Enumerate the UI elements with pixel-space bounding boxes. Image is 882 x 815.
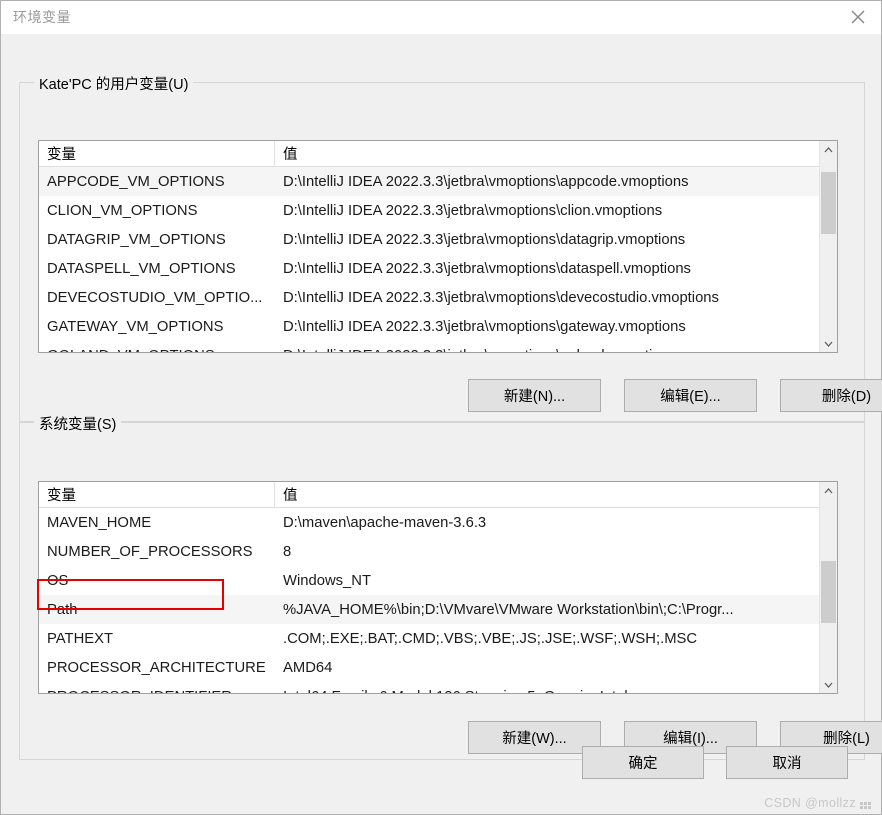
user-column-header-value[interactable]: 值 (275, 141, 819, 166)
table-row[interactable]: GOLAND_VM_OPTIONS D:\IntelliJ IDEA 2022.… (39, 341, 819, 352)
cell-value: D:\IntelliJ IDEA 2022.3.3\jetbra\vmoptio… (283, 318, 686, 335)
cell-variable: GOLAND_VM_OPTIONS (39, 348, 275, 353)
user-variables-group-label: Kate'PC 的用户变量(U) (34, 73, 194, 94)
user-variables-header: 变量 值 (39, 141, 819, 167)
watermark-dots-icon (860, 802, 871, 809)
cell-value: D:\IntelliJ IDEA 2022.3.3\jetbra\vmoptio… (283, 260, 691, 277)
cell-value: Windows_NT (283, 572, 371, 589)
cell-value: D:\IntelliJ IDEA 2022.3.3\jetbra\vmoptio… (283, 231, 686, 248)
table-row[interactable]: MAVEN_HOME D:\maven\apache-maven-3.6.3 (39, 508, 819, 537)
cell-value: D:\IntelliJ IDEA 2022.3.3\jetbra\vmoptio… (283, 202, 663, 219)
cell-value: %JAVA_HOME%\bin;D:\VMvare\VMware Worksta… (283, 601, 734, 618)
table-row[interactable]: PATHEXT .COM;.EXE;.BAT;.CMD;.VBS;.VBE;.J… (39, 624, 819, 653)
user-variables-actions: 新建(N)... 编辑(E)... 删除(D) (468, 379, 882, 412)
cell-value: D:\IntelliJ IDEA 2022.3.3\jetbra\vmoptio… (275, 348, 819, 353)
cell-value: AMD64 (283, 659, 333, 676)
cell-variable: DATASPELL_VM_OPTIONS (47, 260, 236, 277)
user-variables-group: Kate'PC 的用户变量(U) 变量 值 APPCODE_VM_OPTIONS… (19, 73, 882, 422)
system-scroll-track[interactable] (820, 499, 837, 676)
cell-variable: APPCODE_VM_OPTIONS (47, 173, 225, 190)
environment-variables-dialog: 环境变量 Kate'PC 的用户变量(U) 变量 值 APPCODE_VM_OP… (0, 0, 882, 815)
cell-variable: Path (47, 601, 78, 618)
ok-button[interactable]: 确定 (582, 746, 704, 779)
cell-value: D:\maven\apache-maven-3.6.3 (283, 514, 487, 531)
title-bar: 环境变量 (1, 1, 881, 34)
table-row[interactable]: DATASPELL_VM_OPTIONS D:\IntelliJ IDEA 20… (39, 254, 819, 283)
system-variables-group: 系统变量(S) 变量 值 MAVEN_HOME D:\maven\apache-… (19, 413, 882, 760)
scroll-down-icon[interactable] (820, 676, 837, 693)
user-new-button[interactable]: 新建(N)... (468, 379, 601, 412)
user-variables-list[interactable]: 变量 值 APPCODE_VM_OPTIONS D:\IntelliJ IDEA… (38, 140, 838, 353)
cell-variable: GATEWAY_VM_OPTIONS (47, 318, 224, 335)
cell-variable: DEVECOSTUDIO_VM_OPTIO... (47, 289, 263, 306)
table-row[interactable]: NUMBER_OF_PROCESSORS 8 (39, 537, 819, 566)
cell-value: 8 (283, 543, 292, 560)
system-list-scrollbar[interactable] (819, 482, 837, 693)
cell-value: .COM;.EXE;.BAT;.CMD;.VBS;.VBE;.JS;.JSE;.… (283, 630, 698, 647)
cell-variable: PROCESSOR_ARCHITECTURE (47, 659, 266, 676)
cell-value: Intel64 Family 6 Model 126 Stepping 5, G… (275, 689, 819, 694)
system-variables-header: 变量 值 (39, 482, 819, 508)
user-edit-button[interactable]: 编辑(E)... (624, 379, 757, 412)
dialog-content: Kate'PC 的用户变量(U) 变量 值 APPCODE_VM_OPTIONS… (1, 34, 882, 814)
cell-variable: CLION_VM_OPTIONS (47, 202, 198, 219)
cell-variable: PATHEXT (47, 630, 114, 647)
table-row[interactable]: GATEWAY_VM_OPTIONS D:\IntelliJ IDEA 2022… (39, 312, 819, 341)
table-row[interactable]: DEVECOSTUDIO_VM_OPTIO... D:\IntelliJ IDE… (39, 283, 819, 312)
system-variables-list-inner: 变量 值 MAVEN_HOME D:\maven\apache-maven-3.… (39, 482, 819, 693)
scroll-up-icon[interactable] (820, 482, 837, 499)
watermark: CSDN @mollzz (764, 796, 871, 810)
close-button[interactable] (835, 1, 881, 33)
close-icon (851, 10, 865, 24)
system-column-header-variable[interactable]: 变量 (39, 482, 275, 507)
user-variables-list-inner: 变量 值 APPCODE_VM_OPTIONS D:\IntelliJ IDEA… (39, 141, 819, 352)
table-row[interactable]: DATAGRIP_VM_OPTIONS D:\IntelliJ IDEA 202… (39, 225, 819, 254)
table-row[interactable]: PROCESSOR_ARCHITECTURE AMD64 (39, 653, 819, 682)
scroll-down-icon[interactable] (820, 335, 837, 352)
scroll-up-icon[interactable] (820, 141, 837, 158)
cancel-button[interactable]: 取消 (726, 746, 848, 779)
user-scroll-thumb[interactable] (821, 172, 836, 234)
system-variables-group-label: 系统变量(S) (34, 413, 122, 434)
cell-variable: DATAGRIP_VM_OPTIONS (47, 231, 226, 248)
dialog-action-buttons: 确定 取消 (582, 746, 848, 779)
cell-variable: OS (47, 572, 69, 589)
table-row[interactable]: CLION_VM_OPTIONS D:\IntelliJ IDEA 2022.3… (39, 196, 819, 225)
watermark-text: CSDN @mollzz (764, 796, 856, 810)
cell-value: D:\IntelliJ IDEA 2022.3.3\jetbra\vmoptio… (283, 289, 719, 306)
table-row[interactable]: PROCESSOR_IDENTIFIER Intel64 Family 6 Mo… (39, 682, 819, 693)
table-row[interactable]: APPCODE_VM_OPTIONS D:\IntelliJ IDEA 2022… (39, 167, 819, 196)
user-delete-button[interactable]: 删除(D) (780, 379, 882, 412)
cell-variable: PROCESSOR_IDENTIFIER (39, 689, 275, 694)
user-column-header-variable[interactable]: 变量 (39, 141, 275, 166)
user-list-scrollbar[interactable] (819, 141, 837, 352)
cell-value: D:\IntelliJ IDEA 2022.3.3\jetbra\vmoptio… (283, 173, 689, 190)
cell-variable: NUMBER_OF_PROCESSORS (47, 543, 253, 560)
system-scroll-thumb[interactable] (821, 561, 836, 623)
user-variables-rows: APPCODE_VM_OPTIONS D:\IntelliJ IDEA 2022… (39, 167, 819, 352)
user-scroll-track[interactable] (820, 158, 837, 335)
cell-variable: MAVEN_HOME (47, 514, 152, 531)
system-variables-rows: MAVEN_HOME D:\maven\apache-maven-3.6.3 N… (39, 508, 819, 693)
table-row-path[interactable]: Path %JAVA_HOME%\bin;D:\VMvare\VMware Wo… (39, 595, 819, 624)
system-variables-list[interactable]: 变量 值 MAVEN_HOME D:\maven\apache-maven-3.… (38, 481, 838, 694)
table-row[interactable]: OS Windows_NT (39, 566, 819, 595)
system-column-header-value[interactable]: 值 (275, 482, 819, 507)
window-title: 环境变量 (13, 9, 71, 25)
